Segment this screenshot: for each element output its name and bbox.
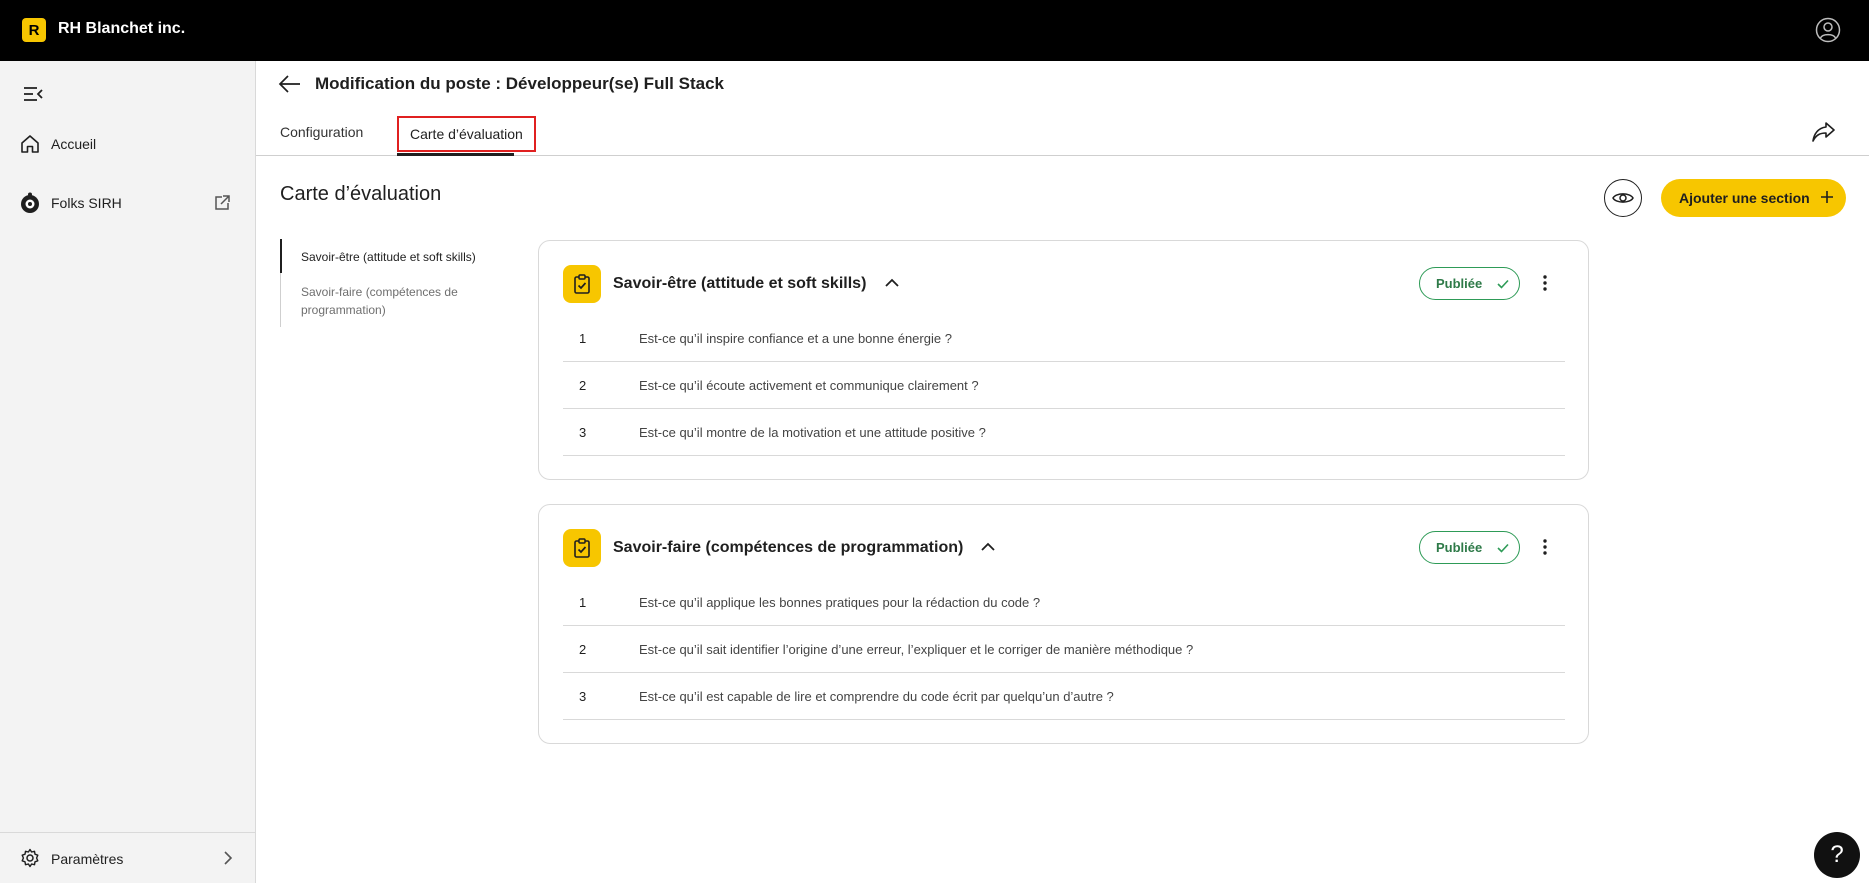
home-icon: [21, 135, 39, 153]
clipboard-check-icon: [574, 538, 590, 558]
question-text: Est-ce qu’il est capable de lire et comp…: [639, 688, 1114, 704]
collapse-menu-icon[interactable]: [22, 83, 44, 105]
sidebar-item-label: Folks SIRH: [51, 195, 122, 211]
check-icon: [1497, 543, 1509, 553]
external-link-icon[interactable]: [213, 194, 231, 212]
question-text: Est-ce qu’il montre de la motivation et …: [639, 424, 986, 440]
help-button[interactable]: ?: [1814, 832, 1860, 878]
plus-icon: [1821, 191, 1833, 203]
folks-logo-icon: [21, 192, 39, 213]
status-badge[interactable]: Publiée: [1419, 267, 1520, 300]
sidebar-item-accueil[interactable]: Accueil: [0, 124, 255, 164]
section-title: Savoir-faire (compétences de programmati…: [613, 539, 964, 556]
more-options-icon[interactable]: [1535, 537, 1555, 557]
sidebar-footer-label: Paramètres: [51, 851, 124, 867]
preview-button[interactable]: [1604, 179, 1642, 217]
question-row[interactable]: 1 Est-ce qu’il inspire confiance et a un…: [563, 315, 1565, 362]
active-tab-indicator: [397, 153, 514, 156]
section-card: Savoir-faire (compétences de programmati…: [538, 504, 1589, 744]
question-row[interactable]: 2 Est-ce qu’il sait identifier l’origine…: [563, 626, 1565, 673]
chevron-up-icon[interactable]: [979, 538, 997, 556]
brand-logo[interactable]: R: [22, 18, 46, 42]
status-badge[interactable]: Publiée: [1419, 531, 1520, 564]
chevron-right-icon: [224, 851, 233, 865]
back-arrow-icon[interactable]: [278, 73, 302, 95]
question-number: 1: [579, 330, 587, 346]
section-nav-item-savoir-etre[interactable]: Savoir-être (attitude et soft skills): [301, 248, 476, 266]
question-row[interactable]: 3 Est-ce qu’il montre de la motivation e…: [563, 409, 1565, 456]
section-navigation: Savoir-être (attitude et soft skills) Sa…: [280, 239, 490, 327]
page-title: Modification du poste : Développeur(se) …: [315, 74, 724, 93]
user-account-icon[interactable]: [1815, 17, 1841, 43]
question-number: 1: [579, 594, 587, 610]
question-number: 2: [579, 641, 587, 657]
section-icon: [563, 265, 601, 303]
section-icon: [563, 529, 601, 567]
add-section-button[interactable]: Ajouter une section: [1661, 179, 1846, 217]
question-text: Est-ce qu’il inspire confiance et a une …: [639, 330, 952, 346]
status-label: Publiée: [1436, 276, 1483, 291]
tab-carte-evaluation[interactable]: Carte d’évaluation: [397, 116, 536, 152]
sidebar-item-label: Accueil: [51, 136, 97, 152]
section-nav-active-indicator: [280, 239, 282, 273]
question-text: Est-ce qu’il sait identifier l’origine d…: [639, 641, 1194, 657]
chevron-up-icon[interactable]: [883, 274, 901, 292]
question-row[interactable]: 1 Est-ce qu’il applique les bonnes prati…: [563, 579, 1565, 626]
question-number: 3: [579, 424, 587, 440]
content-heading: Carte d’évaluation: [280, 183, 442, 205]
sidebar-item-folks-sirh[interactable]: Folks SIRH: [0, 183, 255, 223]
add-section-label: Ajouter une section: [1679, 190, 1810, 206]
section-card: Savoir-être (attitude et soft skills) Pu…: [538, 240, 1589, 480]
brand-name[interactable]: RH Blanchet inc.: [58, 20, 185, 38]
sidebar-item-parametres[interactable]: Paramètres: [0, 832, 255, 883]
top-bar: R RH Blanchet inc.: [0, 0, 1869, 61]
question-number: 3: [579, 688, 587, 704]
section-title: Savoir-être (attitude et soft skills): [613, 275, 867, 292]
question-row[interactable]: 3 Est-ce qu’il est capable de lire et co…: [563, 673, 1565, 720]
tab-bar: Configuration Carte d’évaluation: [256, 112, 1869, 156]
question-number: 2: [579, 377, 587, 393]
question-text: Est-ce qu’il applique les bonnes pratiqu…: [639, 594, 1041, 610]
question-text: Est-ce qu’il écoute activement et commun…: [639, 377, 979, 393]
question-row[interactable]: 2 Est-ce qu’il écoute activement et comm…: [563, 362, 1565, 409]
status-label: Publiée: [1436, 540, 1483, 555]
tab-configuration[interactable]: Configuration: [280, 124, 363, 140]
clipboard-check-icon: [574, 274, 590, 294]
check-icon: [1497, 279, 1509, 289]
gear-icon: [21, 848, 39, 868]
sidebar: Accueil Folks SIRH Paramètres: [0, 61, 256, 883]
eye-icon: [1612, 193, 1634, 203]
section-nav-item-savoir-faire[interactable]: Savoir-faire (compétences de programmati…: [301, 283, 491, 319]
share-icon[interactable]: [1811, 120, 1837, 144]
more-options-icon[interactable]: [1535, 273, 1555, 293]
